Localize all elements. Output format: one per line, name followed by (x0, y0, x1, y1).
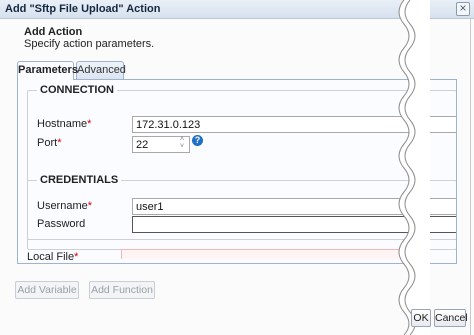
password-input[interactable] (132, 216, 456, 233)
stepper-up-icon[interactable]: ˄ (177, 136, 187, 143)
username-label: Username* (37, 200, 93, 212)
required-marker: * (87, 200, 93, 212)
dialog-right-border (470, 19, 471, 335)
credentials-legend: CREDENTIALS (37, 174, 122, 186)
local-file-label: Local File* (27, 251, 79, 263)
credentials-fieldset: CREDENTIALS (27, 174, 456, 250)
parameters-panel: CONNECTION Hostname* Port* ˄ ˅ ? CREDENT… (17, 79, 457, 264)
hostname-input[interactable] (132, 116, 456, 133)
stepper-down-icon[interactable]: ˅ (177, 143, 187, 150)
required-marker: * (74, 251, 79, 263)
action-heading: Add Action (24, 26, 83, 38)
ok-button[interactable]: OK (411, 309, 431, 327)
add-function-button[interactable]: Add Function (89, 281, 155, 299)
password-label: Password (37, 218, 86, 230)
connection-legend: CONNECTION (37, 84, 117, 96)
tab-parameters[interactable]: Parameters (17, 61, 78, 80)
action-subheading: Specify action parameters. (24, 38, 155, 50)
add-variable-button[interactable]: Add Variable (15, 281, 79, 299)
add-action-dialog: Add "Sftp File Upload" Action × Add Acti… (0, 0, 474, 335)
port-stepper[interactable]: ˄ ˅ (177, 136, 187, 153)
help-icon[interactable]: ? (192, 135, 203, 146)
username-input[interactable] (132, 198, 456, 215)
local-file-input[interactable] (121, 249, 401, 259)
hostname-label: Hostname* (37, 118, 92, 130)
required-marker: * (87, 118, 92, 130)
dialog-right-area (430, 0, 431, 335)
dialog-title: Add "Sftp File Upload" Action (5, 3, 161, 15)
cancel-button[interactable]: Cancel (434, 309, 468, 327)
port-label: Port* (37, 137, 62, 149)
tab-advanced[interactable]: Advanced (76, 61, 126, 79)
close-button[interactable]: × (456, 2, 470, 16)
dialog-titlebar[interactable]: Add "Sftp File Upload" Action × (0, 0, 474, 19)
required-marker: * (57, 137, 62, 149)
